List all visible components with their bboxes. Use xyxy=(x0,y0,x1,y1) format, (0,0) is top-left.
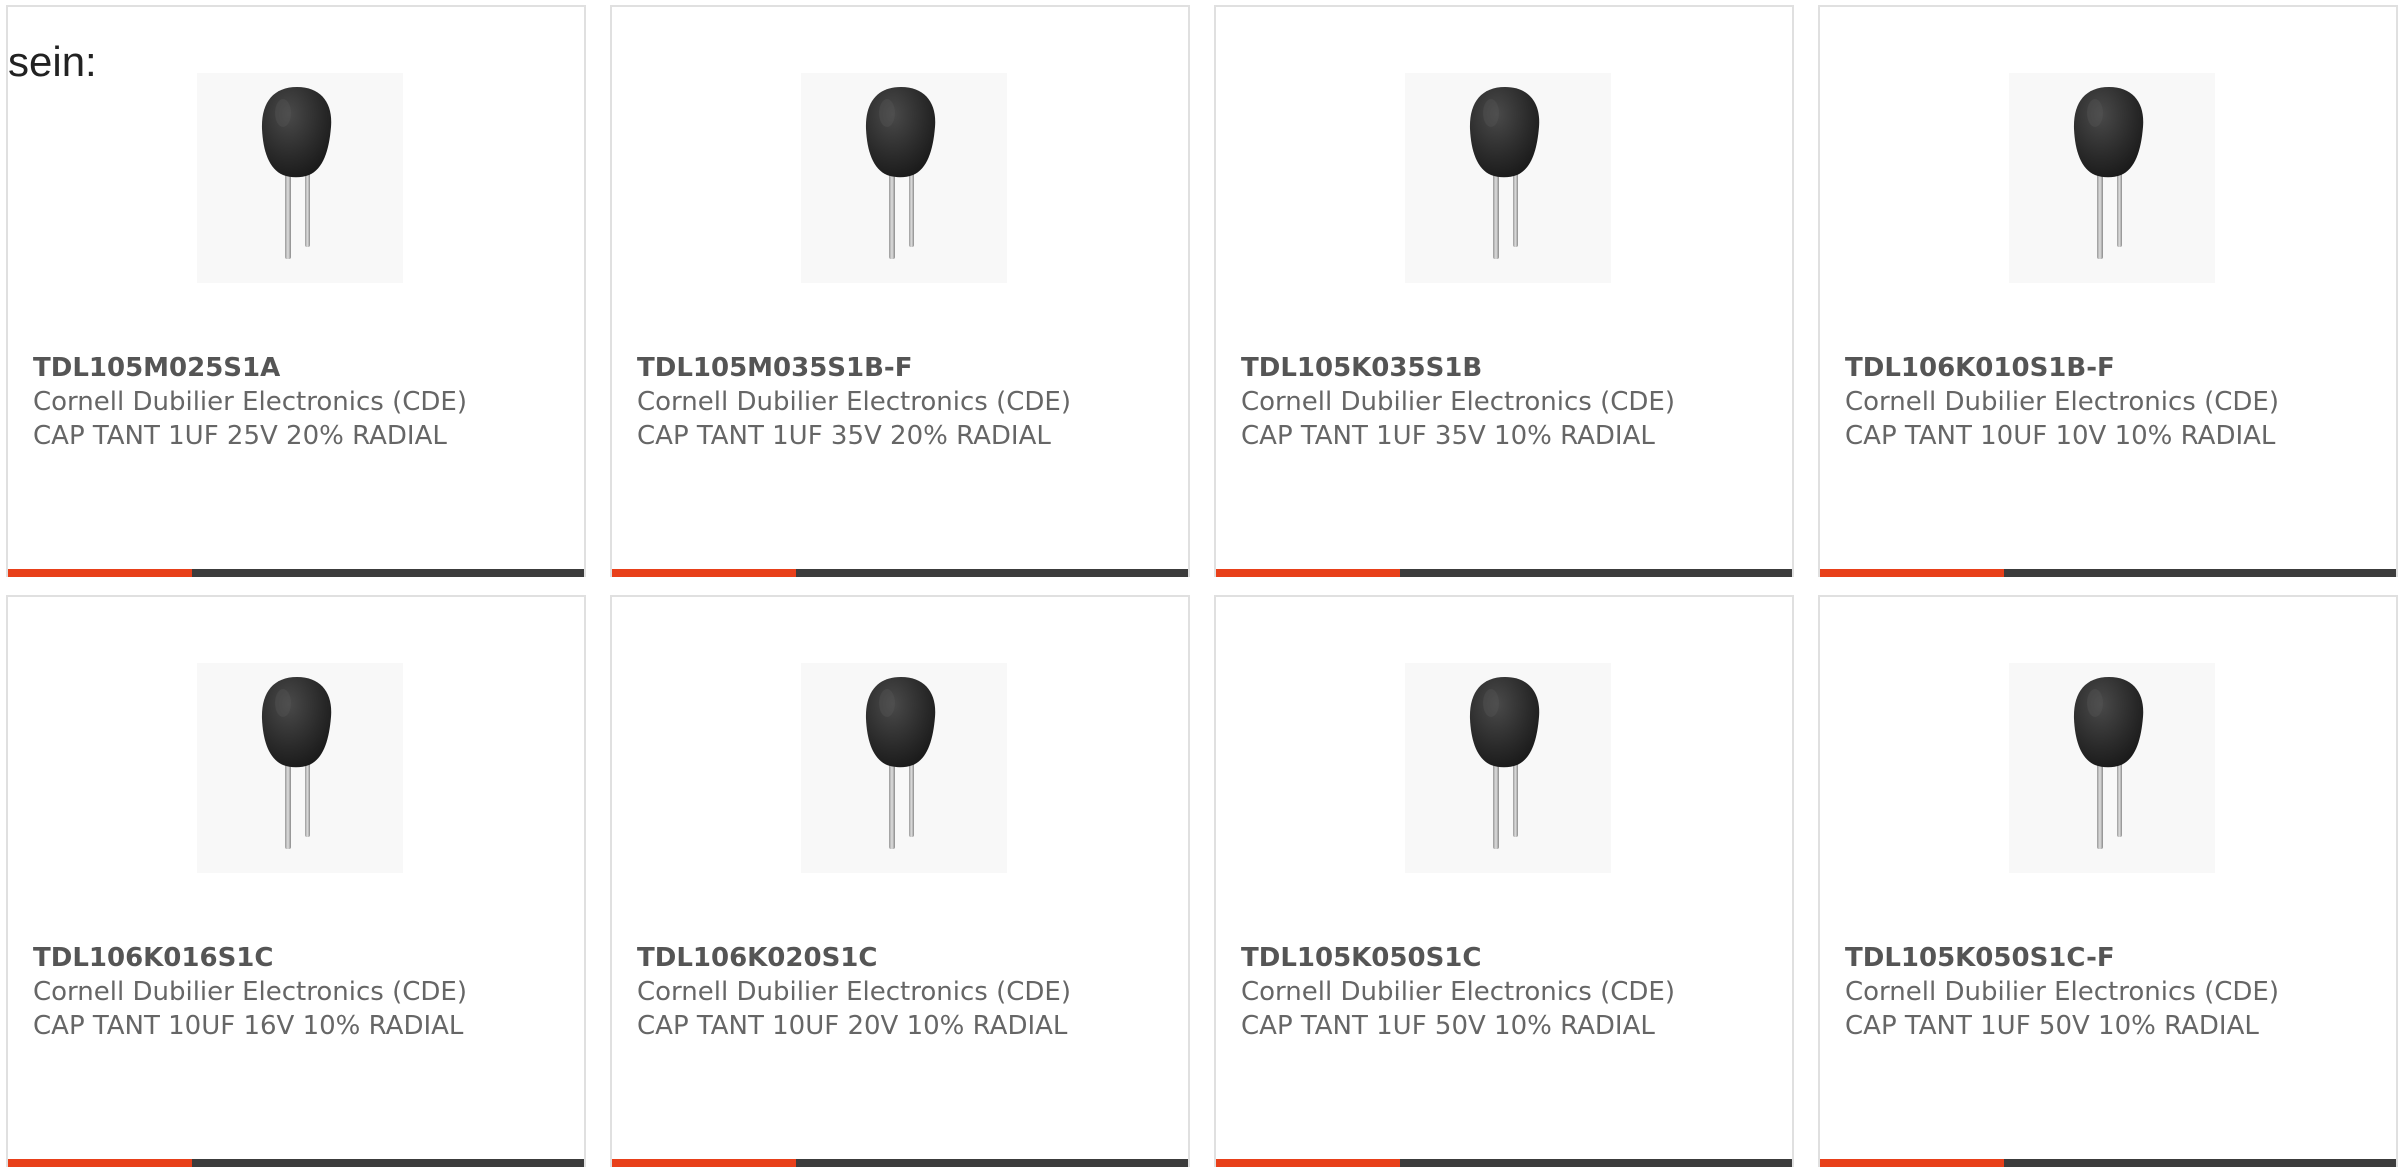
product-image[interactable] xyxy=(1405,663,1611,873)
manufacturer: Cornell Dubilier Electronics (CDE) xyxy=(637,977,1071,1007)
product-image[interactable] xyxy=(197,73,403,283)
product-info: TDL106K020S1C Cornell Dubilier Electroni… xyxy=(637,941,1077,1043)
radial-capacitor-icon xyxy=(2009,73,2215,283)
manufacturer: Cornell Dubilier Electronics (CDE) xyxy=(637,387,1071,417)
card-bottom-bar xyxy=(1216,569,1792,577)
card-bottom-bar xyxy=(1820,569,2396,577)
manufacturer: Cornell Dubilier Electronics (CDE) xyxy=(1241,387,1675,417)
radial-capacitor-icon xyxy=(197,73,403,283)
product-description: CAP TANT 10UF 16V 10% RADIAL xyxy=(33,1011,464,1041)
manufacturer: Cornell Dubilier Electronics (CDE) xyxy=(1845,387,2279,417)
radial-capacitor-icon xyxy=(801,73,1007,283)
product-image[interactable] xyxy=(801,73,1007,283)
product-info: TDL105K050S1C-F Cornell Dubilier Electro… xyxy=(1845,941,2285,1043)
card-bottom-bar xyxy=(612,1159,1188,1167)
product-description: CAP TANT 1UF 50V 10% RADIAL xyxy=(1845,1011,2259,1041)
product-info: TDL105M035S1B-F Cornell Dubilier Electro… xyxy=(637,351,1077,453)
manufacturer: Cornell Dubilier Electronics (CDE) xyxy=(33,387,467,417)
card-bottom-bar xyxy=(612,569,1188,577)
part-number[interactable]: TDL105K050S1C-F xyxy=(1845,941,2285,975)
part-number[interactable]: TDL105M035S1B-F xyxy=(637,351,1077,385)
product-image[interactable] xyxy=(2009,663,2215,873)
product-card[interactable]: TDL106K016S1C Cornell Dubilier Electroni… xyxy=(6,595,586,1167)
product-image[interactable] xyxy=(1405,73,1611,283)
radial-capacitor-icon xyxy=(801,663,1007,873)
product-card[interactable]: TDL105M025S1A Cornell Dubilier Electroni… xyxy=(6,5,586,577)
radial-capacitor-icon xyxy=(1405,73,1611,283)
product-card[interactable]: TDL106K010S1B-F Cornell Dubilier Electro… xyxy=(1818,5,2398,577)
product-description: CAP TANT 10UF 10V 10% RADIAL xyxy=(1845,421,2276,451)
manufacturer: Cornell Dubilier Electronics (CDE) xyxy=(1241,977,1675,1007)
product-card[interactable]: TDL105M035S1B-F Cornell Dubilier Electro… xyxy=(610,5,1190,577)
product-description: CAP TANT 10UF 20V 10% RADIAL xyxy=(637,1011,1068,1041)
manufacturer: Cornell Dubilier Electronics (CDE) xyxy=(33,977,467,1007)
card-bottom-bar xyxy=(8,1159,584,1167)
product-info: TDL106K016S1C Cornell Dubilier Electroni… xyxy=(33,941,473,1043)
card-accent-bar xyxy=(1820,569,2005,577)
card-accent-bar xyxy=(8,569,193,577)
part-number[interactable]: TDL105M025S1A xyxy=(33,351,473,385)
product-card[interactable]: TDL105K035S1B Cornell Dubilier Electroni… xyxy=(1214,5,1794,577)
product-card[interactable]: TDL106K020S1C Cornell Dubilier Electroni… xyxy=(610,595,1190,1167)
part-number[interactable]: TDL106K020S1C xyxy=(637,941,1077,975)
card-accent-bar xyxy=(1216,1159,1401,1167)
product-image[interactable] xyxy=(801,663,1007,873)
product-image[interactable] xyxy=(197,663,403,873)
product-description: CAP TANT 1UF 35V 10% RADIAL xyxy=(1241,421,1655,451)
card-bottom-bar xyxy=(8,569,584,577)
manufacturer: Cornell Dubilier Electronics (CDE) xyxy=(1845,977,2279,1007)
product-info: TDL105M025S1A Cornell Dubilier Electroni… xyxy=(33,351,473,453)
card-accent-bar xyxy=(8,1159,193,1167)
product-info: TDL106K010S1B-F Cornell Dubilier Electro… xyxy=(1845,351,2285,453)
radial-capacitor-icon xyxy=(2009,663,2215,873)
card-accent-bar xyxy=(612,1159,797,1167)
card-bottom-bar xyxy=(1216,1159,1792,1167)
product-grid: TDL105M025S1A Cornell Dubilier Electroni… xyxy=(6,5,2398,1167)
part-number[interactable]: TDL106K010S1B-F xyxy=(1845,351,2285,385)
product-card[interactable]: TDL105K050S1C Cornell Dubilier Electroni… xyxy=(1214,595,1794,1167)
product-description: CAP TANT 1UF 35V 20% RADIAL xyxy=(637,421,1051,451)
part-number[interactable]: TDL105K050S1C xyxy=(1241,941,1681,975)
product-card[interactable]: TDL105K050S1C-F Cornell Dubilier Electro… xyxy=(1818,595,2398,1167)
part-number[interactable]: TDL105K035S1B xyxy=(1241,351,1681,385)
product-image[interactable] xyxy=(2009,73,2215,283)
product-info: TDL105K035S1B Cornell Dubilier Electroni… xyxy=(1241,351,1681,453)
product-description: CAP TANT 1UF 50V 10% RADIAL xyxy=(1241,1011,1655,1041)
card-accent-bar xyxy=(1820,1159,2005,1167)
product-info: TDL105K050S1C Cornell Dubilier Electroni… xyxy=(1241,941,1681,1043)
intro-text: sein: xyxy=(8,38,97,85)
card-accent-bar xyxy=(1216,569,1401,577)
radial-capacitor-icon xyxy=(197,663,403,873)
card-bottom-bar xyxy=(1820,1159,2396,1167)
card-accent-bar xyxy=(612,569,797,577)
product-description: CAP TANT 1UF 25V 20% RADIAL xyxy=(33,421,447,451)
part-number[interactable]: TDL106K016S1C xyxy=(33,941,473,975)
radial-capacitor-icon xyxy=(1405,663,1611,873)
